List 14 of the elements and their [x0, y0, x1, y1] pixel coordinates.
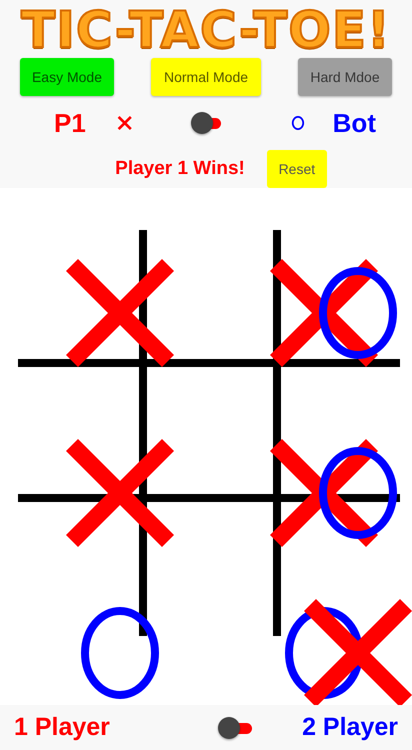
opponent-label: Bot [332, 108, 376, 138]
reset-button[interactable]: Reset [266, 150, 327, 188]
circle-icon [290, 114, 305, 132]
toggle-switch[interactable] [218, 716, 252, 738]
two-player-label: 2 Player [302, 713, 398, 742]
mode-button[interactable]: Normal Mode [151, 58, 261, 96]
toggle-switch[interactable] [191, 112, 221, 134]
one-player-label: 1 Player [14, 713, 110, 742]
game-title: TIC-TAC-TOE! [21, 2, 391, 58]
player-label: P1 [54, 108, 87, 138]
mode-button[interactable]: Hard Mdoe [298, 58, 392, 96]
status-text: Player 1 Wins! [115, 158, 245, 180]
mode-button[interactable]: Easy Mode [20, 58, 114, 96]
x-icon [116, 113, 134, 133]
